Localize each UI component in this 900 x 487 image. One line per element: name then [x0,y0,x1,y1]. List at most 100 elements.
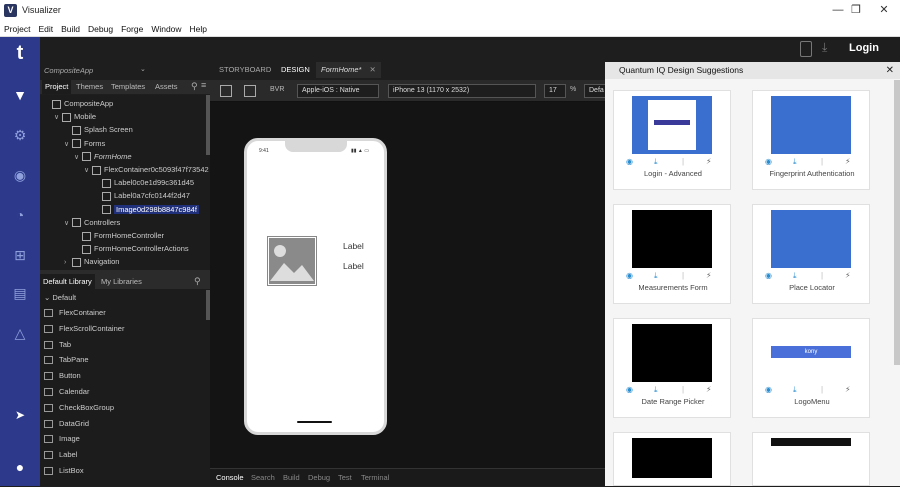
chat-icon[interactable]: ● [10,457,30,477]
settings-icon[interactable]: ⚙ [10,125,30,145]
tree-item[interactable]: CompositeApp [44,97,113,110]
no-tools-icon[interactable]: ⚡ [845,271,851,280]
expand-arrow-icon[interactable]: ∨ [84,164,92,177]
label-widget-1[interactable]: Label [343,241,364,251]
tree-item[interactable]: Splash Screen [64,123,133,136]
menu-build[interactable]: Build [57,22,84,36]
preview-eye-icon[interactable]: ◉ [626,157,633,166]
login-button[interactable]: Login [849,42,879,54]
menu-window[interactable]: Window [147,22,185,36]
preview-eye-icon[interactable]: ◉ [765,271,772,280]
label-widget-2[interactable]: Label [343,261,364,271]
tree-item[interactable]: Image0d298b8847c984f [94,203,199,216]
tree-item[interactable]: FormHomeController [74,229,164,242]
download-icon[interactable]: ⤓ [654,157,658,167]
suggestion-card[interactable] [752,432,870,486]
tab-my-libraries[interactable]: My Libraries [98,274,145,289]
expand-arrow-icon[interactable]: ∨ [64,217,72,230]
tab-templates[interactable]: Templates [108,80,148,94]
suggestion-card[interactable]: ◉ ⤓ | ⚡ Login - Advanced [613,90,731,190]
tab-search[interactable]: Search [251,469,275,487]
suggestion-card[interactable]: ◉ ⤓ | ⚡ Place Locator [752,204,870,304]
document-icon[interactable]: ▤ [10,283,30,303]
download-icon[interactable]: ⤓ [793,385,797,395]
zoom-input[interactable]: 17 [544,84,566,98]
layout-icon[interactable] [220,85,232,97]
library-item[interactable]: TabPane [40,352,210,368]
suggestion-card[interactable]: ◉ ⤓ | ⚡ Measurements Form [613,204,731,304]
library-item[interactable]: DataGrid [40,416,210,432]
gauge-icon[interactable]: ◔ [10,205,30,225]
tab-terminal[interactable]: Terminal [361,469,389,487]
library-item[interactable]: CheckBoxGroup [40,400,210,416]
expand-arrow-icon[interactable]: ∨ [64,138,72,151]
tree-item[interactable]: Label0a7cfc0144f2d47 [94,189,190,202]
tab-build[interactable]: Build [283,469,300,487]
close-window-icon[interactable]: ✕ [874,3,894,17]
tree-item[interactable]: ∨ FormHome [74,150,132,163]
tab-default-library[interactable]: Default Library [40,274,95,289]
tab-console[interactable]: Console [216,469,244,487]
image-widget[interactable] [267,236,317,286]
close-suggestions-icon[interactable]: ✕ [886,62,894,79]
tab-formhome[interactable]: FormHome* ✕ [316,62,381,78]
suggestion-card[interactable] [613,432,731,486]
no-tools-icon[interactable]: ⚡ [845,157,851,166]
expand-arrow-icon[interactable]: ∨ [54,111,62,124]
menu-project[interactable]: Project [0,22,34,36]
menu-edit[interactable]: Edit [34,22,57,36]
visualizer-icon[interactable]: ▼ [10,85,30,105]
network-icon[interactable]: △ [10,323,30,343]
tab-debug[interactable]: Debug [308,469,330,487]
bvr-toggle[interactable]: BVR [270,86,284,93]
library-item[interactable]: ListBox [40,463,210,479]
tree-item[interactable]: ∨ Forms [64,137,105,150]
minimize-icon[interactable]: — [828,3,848,17]
library-item[interactable]: Tab [40,337,210,353]
expand-arrow-icon[interactable]: ∨ [74,151,82,164]
app-selector[interactable]: CompositeApp ⌄ [40,62,210,80]
extra-select[interactable]: Defa [584,84,605,98]
download-icon[interactable]: ⤓ [654,271,658,281]
eye-icon[interactable]: ◉ [10,165,30,185]
download-icon[interactable]: ⤓ [793,271,797,281]
library-item[interactable]: Label [40,447,210,463]
download-icon[interactable]: ⤓ [793,157,797,167]
menu-debug[interactable]: Debug [84,22,117,36]
suggestion-card[interactable]: ◉ ⤓ | ⚡ Date Range Picker [613,318,731,418]
library-item[interactable]: Calendar [40,384,210,400]
platform-select[interactable]: Apple-iOS : Native [297,84,379,98]
library-item[interactable]: FlexContainer [40,305,210,321]
tab-assets[interactable]: Assets [152,80,181,94]
tree-item[interactable]: › Navigation [64,255,119,268]
tree-item[interactable]: Label0c0e1d99c361d45 [94,176,194,189]
search-icon[interactable]: ⚲ [191,81,198,92]
tree-item[interactable]: FormHomeControllerActions [74,242,189,255]
device-select[interactable]: iPhone 13 (1170 x 2532) [388,84,536,98]
suggestions-scrollbar[interactable] [894,80,900,365]
preview-eye-icon[interactable]: ◉ [626,385,633,394]
tab-test[interactable]: Test [338,469,352,487]
suggestion-card[interactable]: ◉ ⤓ | ⚡ Fingerprint Authentication [752,90,870,190]
preview-eye-icon[interactable]: ◉ [765,385,772,394]
tree-item[interactable]: ∨ Mobile [54,110,96,123]
integration-icon[interactable]: ⊞ [10,245,30,265]
menu-forge[interactable]: Forge [117,22,147,36]
no-tools-icon[interactable]: ⚡ [706,271,712,280]
suggestion-card[interactable]: kony ◉ ⤓ | ⚡ LogoMenu [752,318,870,418]
download-icon[interactable]: ⤓ [822,40,827,55]
download-icon[interactable]: ⤓ [654,385,658,395]
library-item[interactable]: Button [40,368,210,384]
tab-design[interactable]: DESIGN [276,62,315,78]
tab-storyboard[interactable]: STORYBOARD [214,62,276,78]
preview-eye-icon[interactable]: ◉ [626,271,633,280]
tab-themes[interactable]: Themes [73,80,106,94]
library-item[interactable]: FlexScrollContainer [40,321,210,337]
library-group[interactable]: ⌄ Default [44,293,76,302]
library-search-icon[interactable]: ⚲ [194,276,201,287]
preview-eye-icon[interactable]: ◉ [765,157,772,166]
tree-item[interactable]: ∨ FlexContainer0c5093f47f73542 [84,163,209,176]
no-tools-icon[interactable]: ⚡ [706,385,712,394]
menu-icon[interactable]: ≡ [201,80,206,90]
tab-project[interactable]: Project [42,80,72,94]
